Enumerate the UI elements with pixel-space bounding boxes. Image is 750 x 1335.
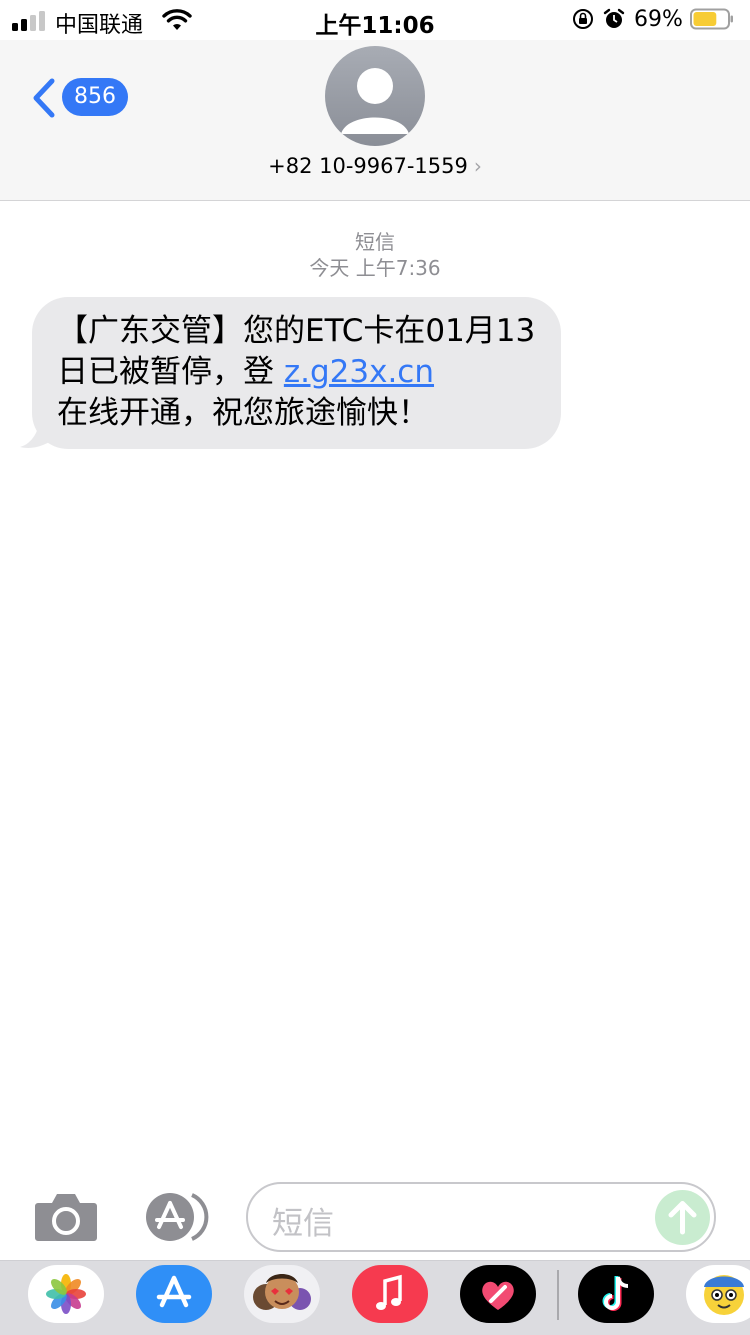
status-bar: 中国联通 上午11:06 69%: [0, 0, 750, 40]
tiktok-icon[interactable]: [578, 1265, 654, 1323]
person-icon: [341, 68, 409, 134]
message-text: 【广东交管】您的ETC卡在01月13日已被暂停，登 z.g23x.cn 在线开通，…: [57, 311, 547, 434]
arrow-up-icon: [668, 1201, 697, 1235]
music-icon[interactable]: [352, 1265, 428, 1323]
service-label: 短信: [355, 230, 395, 254]
photos-icon[interactable]: [28, 1265, 104, 1323]
unread-count-badge[interactable]: 856: [62, 78, 128, 116]
contact-avatar[interactable]: [325, 46, 425, 146]
back-chevron-icon[interactable]: [28, 76, 62, 120]
battery-percentage: 69%: [634, 7, 683, 32]
chevron-right-icon: ›: [473, 154, 482, 178]
app-store-button-icon[interactable]: [140, 1191, 212, 1243]
app-store-icon[interactable]: [136, 1265, 212, 1323]
camera-icon[interactable]: [34, 1191, 98, 1243]
app-drawer-divider: [557, 1270, 559, 1320]
message-body-end: 在线开通，祝您旅途愉快！: [57, 395, 429, 431]
send-button[interactable]: [655, 1190, 710, 1245]
memoji-icon[interactable]: [244, 1265, 320, 1323]
contact-name[interactable]: +82 10-9967-1559 ›: [0, 154, 750, 178]
heart-app-icon[interactable]: [460, 1265, 536, 1323]
cartoon-sticker-icon[interactable]: [686, 1265, 750, 1323]
battery-icon: [690, 8, 733, 30]
rotation-lock-icon: [573, 9, 593, 29]
message-input-placeholder: 短信: [272, 1206, 334, 1242]
message-link[interactable]: z.g23x.cn: [284, 354, 434, 390]
conversation-header: 856 +82 10-9967-1559 ›: [0, 40, 750, 201]
contact-number: +82 10-9967-1559: [268, 154, 468, 178]
alarm-icon: [603, 8, 625, 28]
message-timestamp: 今天 上午7:36: [309, 256, 441, 280]
